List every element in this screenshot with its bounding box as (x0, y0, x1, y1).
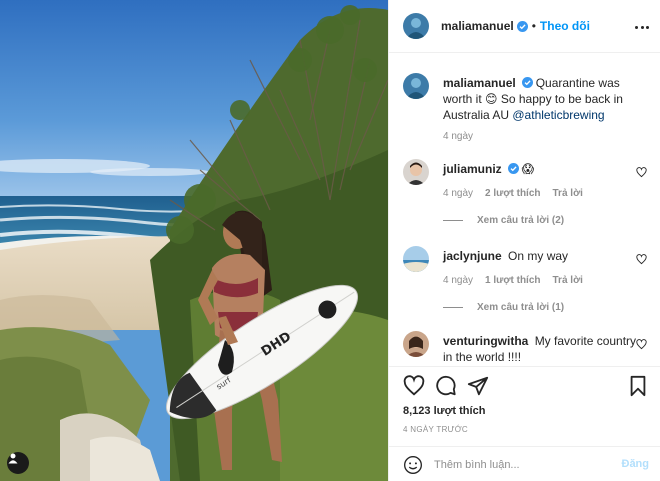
user-tag-icon[interactable] (7, 452, 29, 474)
surf-beach-photo: DHD surf (0, 0, 388, 481)
post-side-panel: maliamanuel • Theo dõi maliamanuel Quaran… (388, 0, 660, 481)
comment-text: juliamuniz 😱 (443, 161, 639, 177)
post-comment-button[interactable]: Đăng (622, 458, 650, 470)
comment-meta: 4 ngày 1 lượt thích Trả lời (443, 275, 583, 286)
comment-text: venturingwitha My favorite country in th… (443, 333, 639, 365)
instagram-post: DHD surf maliamanuel • Theo dõi maliaman… (0, 0, 660, 481)
avatar[interactable] (403, 73, 429, 99)
post-actions: 8,123 lượt thích 4 NGÀY TRƯỚC (389, 366, 660, 446)
comment-likes[interactable]: 2 lượt thích (485, 188, 540, 199)
follow-button[interactable]: Theo dõi (540, 19, 590, 33)
replies-line (443, 220, 463, 221)
separator-dot: • (531, 19, 536, 33)
verified-badge-icon (516, 20, 528, 32)
heart-icon[interactable] (403, 375, 425, 397)
comment-likes[interactable]: 1 lượt thích (485, 275, 540, 286)
emoji-icon[interactable] (403, 455, 423, 475)
more-horizontal-icon[interactable] (635, 20, 649, 34)
add-comment-bar: Đăng (389, 446, 660, 481)
heart-icon[interactable] (636, 254, 647, 265)
caption-username[interactable]: maliamanuel (443, 76, 516, 90)
heart-icon[interactable] (636, 339, 647, 350)
avatar[interactable] (403, 13, 429, 39)
comment-body: 😱 (521, 162, 535, 176)
comment-item: juliamuniz 😱 4 ngày 2 lượt thích Trả lời … (403, 159, 653, 239)
reply-button[interactable]: Trả lời (553, 188, 583, 199)
verified-badge-icon (521, 77, 533, 88)
comment-username[interactable]: venturingwitha (443, 334, 528, 348)
share-icon[interactable] (467, 375, 489, 397)
post-photo[interactable]: DHD surf (0, 0, 388, 481)
comment-input[interactable] (434, 455, 604, 475)
likes-count[interactable]: 8,123 lượt thích (403, 405, 485, 417)
caption: maliamanuel Quarantine was worth it 😊 So … (403, 73, 653, 143)
comment-meta: 4 ngày 2 lượt thích Trả lời (443, 188, 583, 199)
comment-username[interactable]: jaclynjune (443, 249, 502, 263)
comment-text: jaclynjune On my way (443, 248, 639, 264)
avatar[interactable] (403, 331, 429, 357)
reply-button[interactable]: Trả lời (553, 275, 583, 286)
post-header: maliamanuel • Theo dõi (389, 0, 660, 53)
caption-text: maliamanuel Quarantine was worth it 😊 So … (443, 75, 639, 123)
bookmark-icon[interactable] (627, 375, 649, 397)
author-username[interactable]: maliamanuel (441, 19, 514, 33)
view-replies[interactable]: Xem câu trả lời (1) (443, 302, 564, 313)
comment-username[interactable]: juliamuniz (443, 162, 502, 176)
heart-icon[interactable] (636, 167, 647, 178)
mention-link[interactable]: @athleticbrewing (512, 108, 604, 122)
comments-list: maliamanuel Quarantine was worth it 😊 So … (389, 53, 660, 366)
replies-line (443, 307, 463, 308)
verified-badge-icon (507, 163, 519, 174)
comment-item: venturingwitha My favorite country in th… (403, 331, 653, 366)
caption-time[interactable]: 4 ngày (443, 131, 473, 142)
post-timestamp: 4 NGÀY TRƯỚC (403, 425, 469, 434)
view-replies-label[interactable]: Xem câu trả lời (2) (477, 215, 564, 226)
comment-item: jaclynjune On my way 4 ngày 1 lượt thích… (403, 246, 653, 326)
view-replies[interactable]: Xem câu trả lời (2) (443, 215, 564, 226)
comment-body: On my way (508, 249, 569, 263)
avatar[interactable] (403, 246, 429, 272)
view-replies-label[interactable]: Xem câu trả lời (1) (477, 302, 564, 313)
comment-time[interactable]: 4 ngày (443, 188, 473, 199)
comment-icon[interactable] (435, 375, 457, 397)
avatar[interactable] (403, 159, 429, 185)
caption-meta: 4 ngày (443, 131, 473, 142)
comment-time[interactable]: 4 ngày (443, 275, 473, 286)
